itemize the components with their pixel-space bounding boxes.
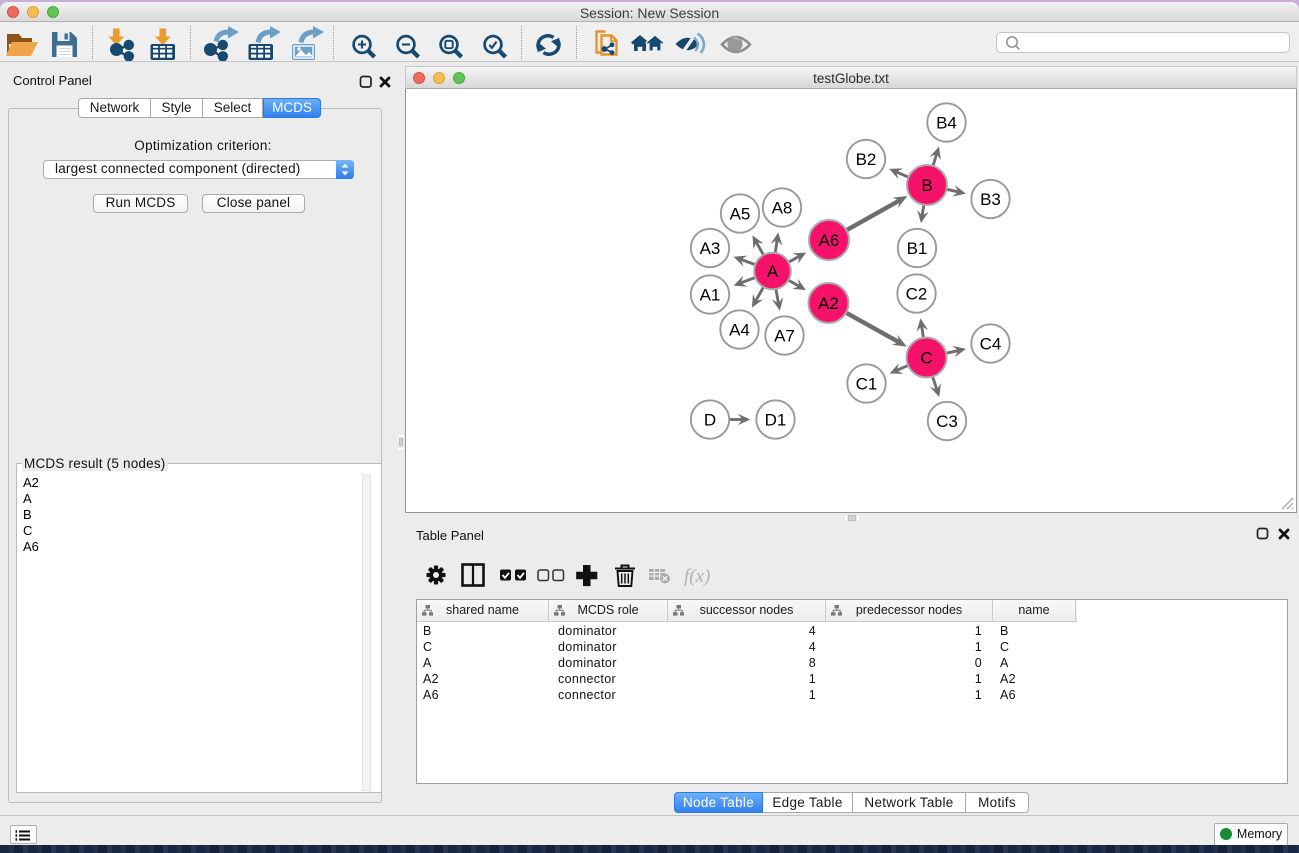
- svg-text:A3: A3: [700, 239, 721, 258]
- svg-text:B: B: [921, 176, 932, 195]
- svg-text:B3: B3: [980, 190, 1001, 209]
- svg-text:B1: B1: [907, 239, 928, 258]
- svg-text:C2: C2: [906, 284, 928, 303]
- svg-text:A2: A2: [818, 294, 839, 313]
- svg-text:A5: A5: [730, 204, 751, 223]
- svg-text:A8: A8: [772, 198, 793, 217]
- svg-text:D: D: [704, 410, 716, 429]
- svg-text:D1: D1: [765, 410, 787, 429]
- svg-text:A: A: [767, 262, 779, 281]
- svg-text:B4: B4: [936, 113, 957, 132]
- svg-text:A6: A6: [819, 231, 840, 250]
- svg-text:f(x): f(x): [684, 566, 710, 587]
- svg-text:A7: A7: [774, 326, 795, 345]
- svg-text:A4: A4: [729, 320, 750, 339]
- svg-text:A1: A1: [700, 285, 721, 304]
- svg-text:C1: C1: [856, 374, 878, 393]
- svg-text:C: C: [920, 348, 932, 367]
- svg-text:B2: B2: [856, 150, 877, 169]
- svg-text:C3: C3: [936, 412, 958, 431]
- svg-text:C4: C4: [980, 334, 1002, 353]
